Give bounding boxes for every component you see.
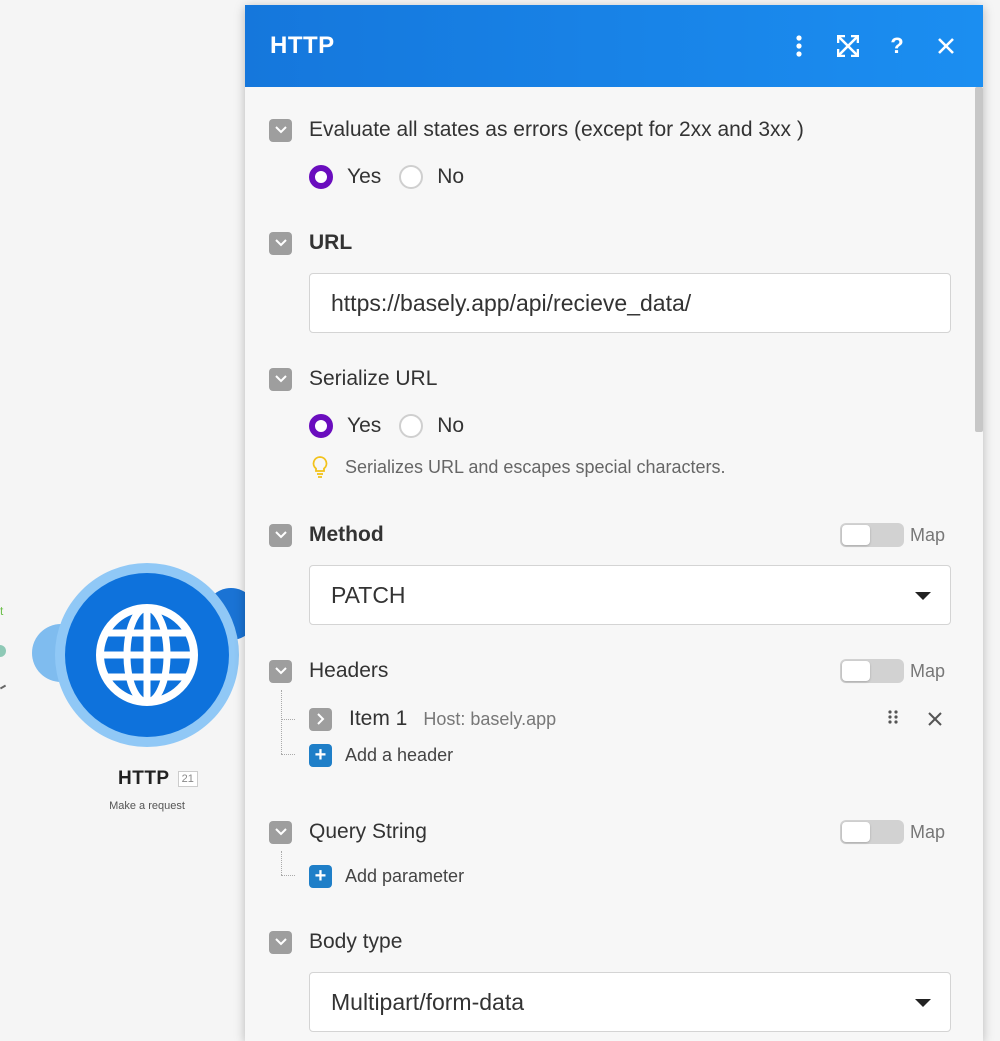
globe-icon [96, 604, 198, 706]
evaluate-errors-no-radio[interactable]: No [399, 165, 464, 189]
body-type-field: Body type Multipart/form-data [269, 927, 951, 1032]
query-string-label: Query String [309, 820, 427, 843]
query-string-field: Query String Map + Add parameter [269, 817, 951, 897]
radio-label-yes: Yes [347, 165, 382, 188]
method-label: Method [309, 523, 384, 546]
collapse-toggle-icon[interactable] [269, 659, 292, 683]
query-string-map-toggle[interactable]: Map [839, 820, 945, 844]
help-icon[interactable]: ? [885, 33, 909, 58]
toggle-switch[interactable] [839, 659, 904, 683]
module-settings-panel: HTTP ? Evaluate all states as errors (ex… [245, 5, 983, 1041]
evaluate-errors-label: Evaluate all states as errors (except fo… [309, 118, 804, 141]
close-icon[interactable] [934, 34, 958, 58]
more-vertical-icon[interactable] [787, 34, 811, 58]
radio-label-no: No [437, 414, 465, 437]
header-item-name: Item 1 [349, 707, 408, 730]
add-parameter-button[interactable]: + Add parameter [309, 862, 464, 890]
radio-label-no: No [437, 165, 465, 188]
serialize-url-field: Serialize URL Yes No Serializes URL and … [269, 364, 951, 478]
module-id-badge: 21 [177, 771, 198, 787]
method-map-toggle[interactable]: Map [839, 523, 945, 547]
headers-map-toggle[interactable]: Map [839, 659, 945, 683]
header-item-row[interactable]: Item 1 Host: basely.app [309, 704, 951, 734]
url-label: URL [309, 231, 353, 254]
http-module[interactable] [65, 573, 229, 737]
module-title: HTTP [118, 768, 170, 789]
expand-item-icon[interactable] [309, 707, 332, 731]
connection-dot[interactable] [0, 645, 6, 657]
evaluate-errors-field: Evaluate all states as errors (except fo… [269, 115, 951, 189]
headers-label: Headers [309, 659, 389, 682]
map-label: Map [909, 821, 945, 842]
evaluate-errors-yes-radio[interactable]: Yes [309, 165, 381, 189]
collapse-toggle-icon[interactable] [269, 523, 292, 547]
connection-line [0, 684, 7, 690]
serialize-url-label: Serialize URL [309, 367, 438, 390]
body-type-label: Body type [309, 930, 403, 953]
header-item-value: Host: basely.app [423, 708, 557, 729]
add-header-label: Add a header [345, 744, 454, 765]
tree-connector [281, 754, 295, 755]
edge-label: t [0, 604, 4, 618]
method-field: Method Map PATCH [269, 520, 951, 625]
collapse-toggle-icon[interactable] [269, 367, 292, 391]
collapse-toggle-icon[interactable] [269, 820, 292, 844]
add-parameter-label: Add parameter [345, 865, 465, 886]
dropdown-arrow-icon [915, 592, 931, 600]
radio-selected-icon [309, 414, 333, 438]
radio-unselected-icon [399, 414, 424, 438]
url-field: URL https://basely.app/api/recieve_data/ [269, 228, 951, 333]
method-selected-value: PATCH [331, 581, 406, 608]
module-label: HTTP 21 [118, 768, 198, 790]
serialize-url-hint: Serializes URL and escapes special chara… [309, 456, 951, 478]
tree-connector [281, 690, 282, 754]
url-input[interactable]: https://basely.app/api/recieve_data/ [309, 273, 951, 333]
tree-connector [281, 851, 282, 875]
method-select[interactable]: PATCH [309, 565, 951, 625]
radio-unselected-icon [399, 165, 424, 189]
collapse-toggle-icon[interactable] [269, 930, 292, 954]
drag-handle-icon[interactable] [883, 709, 903, 730]
toggle-switch[interactable] [839, 523, 904, 547]
add-header-button[interactable]: + Add a header [309, 741, 453, 769]
panel-scrollbar[interactable] [975, 87, 983, 432]
remove-item-icon[interactable] [925, 706, 945, 732]
radio-label-yes: Yes [347, 414, 382, 437]
body-type-select[interactable]: Multipart/form-data [309, 972, 951, 1032]
collapse-toggle-icon[interactable] [269, 231, 292, 255]
serialize-url-yes-radio[interactable]: Yes [309, 414, 381, 438]
serialize-url-no-radio[interactable]: No [399, 414, 464, 438]
headers-field: Headers Map Item 1 Host: basely.app + Ad… [269, 656, 951, 776]
lightbulb-icon [309, 456, 331, 478]
dropdown-arrow-icon [915, 999, 931, 1007]
map-label: Map [909, 660, 945, 681]
tree-connector [281, 875, 295, 876]
serialize-url-hint-text: Serializes URL and escapes special chara… [345, 456, 726, 477]
module-subtitle: Make a request [109, 800, 185, 812]
body-type-selected-value: Multipart/form-data [331, 988, 525, 1015]
radio-selected-icon [309, 165, 333, 189]
panel-title: HTTP [270, 32, 335, 59]
collapse-toggle-icon[interactable] [269, 118, 292, 142]
map-label: Map [909, 524, 945, 545]
toggle-switch[interactable] [839, 820, 904, 844]
plus-icon: + [309, 743, 332, 767]
plus-icon: + [309, 864, 332, 888]
expand-icon[interactable] [836, 34, 860, 58]
panel-header: HTTP ? [245, 5, 983, 87]
tree-connector [281, 719, 295, 720]
